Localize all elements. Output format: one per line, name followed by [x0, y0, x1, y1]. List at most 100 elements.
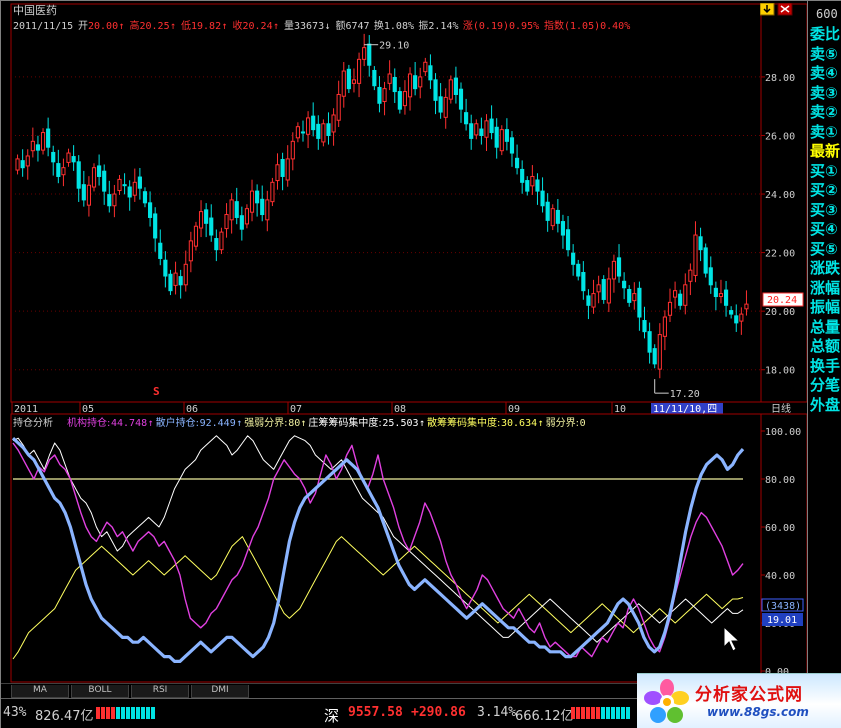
side-item: 委比 [810, 25, 841, 43]
side-item: 卖③ [810, 83, 838, 102]
side-item: 买② [810, 181, 838, 199]
market-label: 深 [324, 707, 340, 725]
left-breadth-bar [96, 707, 158, 719]
price-tick-label: 18.00 [765, 366, 795, 377]
index-amount: 666.12亿 [515, 709, 574, 724]
tab-rsi[interactable]: RSI [131, 685, 189, 698]
candle [219, 227, 224, 255]
side-item: 总量 [810, 317, 841, 336]
legend-arrow-icon: ↑ [419, 418, 425, 429]
open-value: 20.00 [88, 21, 118, 32]
side-item: 卖④ [810, 64, 838, 82]
legend-arrow-icon: ↑ [236, 418, 242, 429]
window-controls[interactable] [760, 3, 796, 17]
legend-item-label: 弱分界: [546, 417, 579, 429]
indicator-tick-label: 40.00 [765, 571, 795, 582]
quote-header: 开 20.00 ↑ 高 20.25 ↑ 低 19.82 ↑ 收 20.24 ↑ 量 33673 ↓ 额 6747… [78, 19, 630, 32]
side-item: 振幅 [810, 298, 841, 316]
candle [397, 87, 402, 114]
stock-code: 600 [816, 7, 838, 21]
left-amount: 826.47亿 [35, 709, 94, 724]
time-tick-label: 10 [614, 404, 626, 415]
side-item: 卖⑤ [810, 44, 838, 63]
candle [499, 125, 504, 156]
index-label: 指数 [544, 19, 564, 32]
left-pct: 43% [3, 705, 27, 720]
indicator-tick-label: 80.00 [765, 475, 795, 486]
volume-arrow-icon: ↓ [325, 21, 331, 32]
side-item: 卖① [810, 122, 838, 141]
price-tick-label: 20.00 [765, 307, 795, 318]
candle [601, 275, 606, 304]
tab-boll[interactable]: BOLL [71, 685, 129, 698]
side-item: 分笔 [810, 376, 841, 394]
logo-title: 分析家公式网 [695, 685, 803, 705]
legend-arrow-icon: ↑ [300, 418, 306, 429]
header-date: 2011/11/15 [13, 21, 73, 32]
logo-url: www.88gs.com [707, 705, 809, 719]
candle [703, 243, 708, 278]
turnover-label: 换 [374, 19, 384, 32]
close-arrow-icon: ↑ [273, 21, 279, 32]
change-label: 涨 [463, 20, 473, 32]
open-arrow-icon: ↑ [119, 21, 125, 32]
price-tick-label: 28.00 [765, 73, 795, 84]
open-label: 开 [78, 21, 88, 32]
period-label[interactable]: 日线 [771, 402, 791, 415]
right-breadth-bar [571, 707, 633, 719]
tab-ma[interactable]: MA [11, 685, 69, 698]
index-pct: 3.14% [477, 705, 517, 720]
low-value: 19.82 [191, 21, 221, 32]
chart-canvas[interactable]: 中国医药 2011/11/15 开 20.00 ↑ 高 20.25 ↑ 低 19.82 ↑ 收 20… [1, 1, 807, 683]
indicator-tick-label: 100.00 [765, 427, 801, 438]
legend-item-value: 0 [580, 418, 586, 429]
side-item: 换手 [810, 356, 841, 375]
side-item: 最新 [810, 142, 841, 160]
quote-side-panel: 600 委比 卖⑤ 卖④ 卖③ 卖② 卖① 最新 买① 买② 买③ 买④ 买⑤ 涨跌 涨幅 振幅 总量 总额 换手… [807, 1, 841, 701]
svg-text:20.24: 20.24 [767, 295, 797, 306]
svg-text:(3438): (3438) [765, 601, 801, 612]
volume-value: 33673 [294, 21, 324, 32]
side-item: 涨跌 [810, 259, 841, 277]
side-item: 买③ [810, 200, 838, 219]
candle [193, 221, 199, 251]
time-tick-label: 09 [508, 404, 520, 415]
time-tick-label: 07 [290, 404, 302, 415]
high-value: 20.25 [140, 21, 170, 32]
legend-item-value: 30.634 [501, 418, 537, 429]
side-item: 买① [810, 161, 838, 180]
close-label: 收 [233, 19, 243, 32]
sell-signal-mark: S [153, 385, 160, 398]
indicator-legend: 持仓分析 机构持仓: 44.748 ↑ 散户持仓: 92.449 ↑ 强弱分界: 80 ↑ 庄筹筹码… [13, 416, 586, 429]
side-item: 涨幅 [810, 278, 841, 297]
time-tick-label: 06 [186, 404, 198, 415]
legend-arrow-icon: ↑ [148, 418, 154, 429]
legend-item-label: 机构持仓: [67, 416, 110, 429]
tab-dmi[interactable]: DMI [191, 685, 249, 698]
legend-item-value: 25.503 [382, 418, 418, 429]
candle [346, 64, 351, 94]
index-change: +290.86 [411, 705, 466, 720]
low-arrow-icon: ↑ [222, 21, 228, 32]
legend-item-value: 92.449 [200, 418, 236, 429]
low-label: 低 [181, 19, 191, 32]
side-item: 买④ [810, 220, 838, 238]
time-tick-label: 05 [82, 404, 94, 415]
side-item: 买⑤ [810, 239, 838, 258]
turnover-value: 1.08% [384, 21, 414, 32]
candle [270, 177, 275, 207]
site-logo: 分析家公式网 www.88gs.com [637, 673, 841, 728]
amplitude-label: 振 [418, 19, 428, 32]
selected-date: 11/11/10,四 [653, 404, 717, 415]
indicator-tick-label: 60.00 [765, 523, 795, 534]
side-item: 外盘 [810, 395, 841, 414]
flower-logo-icon [644, 679, 689, 723]
svg-text:19.01: 19.01 [767, 615, 797, 626]
high-arrow-icon: ↑ [170, 21, 176, 32]
change-value: (0.19)0.95% [473, 21, 539, 32]
candle [448, 75, 453, 104]
index-value: 9557.58 [348, 705, 403, 720]
stock-name: 中国医药 [13, 4, 57, 17]
side-item: 总额 [810, 337, 841, 355]
time-tick-label: 2011 [14, 404, 38, 415]
